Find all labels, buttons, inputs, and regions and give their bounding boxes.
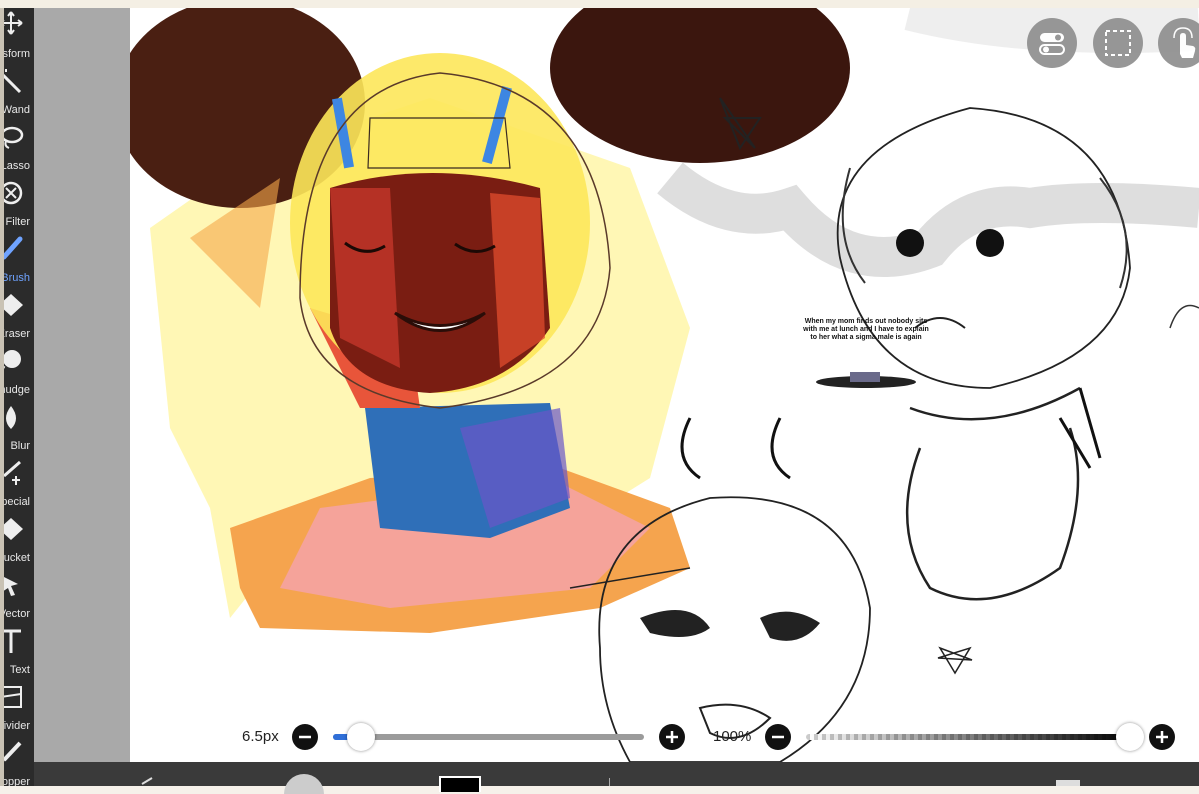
artwork bbox=[130, 8, 1199, 762]
opacity-thumb[interactable] bbox=[1116, 723, 1144, 751]
tool-eyedropper[interactable]: Eyedropper bbox=[4, 738, 34, 786]
layers-icon[interactable] bbox=[1056, 780, 1080, 786]
brush-size-value: 6.5px bbox=[242, 728, 279, 745]
tool-blur[interactable]: Blur bbox=[4, 402, 34, 458]
magic-wand-icon bbox=[4, 69, 22, 94]
selection-icon bbox=[1105, 30, 1131, 56]
brush-icon bbox=[4, 236, 23, 260]
tool-label: Brush bbox=[4, 272, 30, 284]
tool-label: Special bbox=[4, 496, 30, 508]
tool-frame-divider[interactable]: Frame Divider bbox=[4, 682, 34, 738]
brush-size-decrease-button[interactable] bbox=[292, 724, 318, 750]
tool-label: Transform bbox=[4, 48, 30, 60]
tool-label: Text bbox=[9, 664, 30, 676]
tool-lasso[interactable]: Lasso bbox=[4, 122, 34, 178]
undo-icon[interactable] bbox=[140, 776, 160, 786]
tool-label: Magic Wand bbox=[4, 104, 30, 116]
tool-label: Smudge bbox=[4, 384, 30, 396]
brush-size-thumb[interactable] bbox=[346, 723, 375, 751]
brush-opacity-value: 100% bbox=[713, 728, 752, 745]
tool-magic-wand[interactable]: Magic Wand bbox=[4, 66, 34, 122]
tool-label: Vector bbox=[4, 608, 30, 620]
tool-eraser[interactable]: Eraser bbox=[4, 290, 34, 346]
tool-label: Lasso bbox=[4, 160, 30, 172]
tool-label: Frame Divider bbox=[4, 720, 30, 732]
blur-icon bbox=[6, 406, 16, 429]
lasso-icon bbox=[4, 126, 24, 149]
tool-label: Blur bbox=[10, 440, 30, 452]
color-swatch[interactable] bbox=[439, 776, 481, 792]
tool-smudge[interactable]: Smudge bbox=[4, 346, 34, 402]
text-icon bbox=[4, 629, 21, 653]
filter-icon bbox=[4, 181, 23, 205]
brush-size-slider[interactable] bbox=[333, 734, 644, 740]
tool-filter[interactable]: Filter bbox=[4, 178, 34, 234]
bottom-toolbar bbox=[34, 762, 1199, 794]
tool-transform[interactable]: Transform bbox=[4, 8, 34, 64]
tool-label: Bucket bbox=[4, 552, 30, 564]
canvas-gutter bbox=[34, 8, 130, 762]
vector-icon bbox=[4, 577, 18, 596]
pasted-meme-image: When my mom finds out nobody sits with m… bbox=[800, 318, 932, 392]
meme-caption: When my mom finds out nobody sits with m… bbox=[803, 318, 929, 341]
brush-size-increase-button[interactable] bbox=[659, 724, 685, 750]
toggle-panel-button[interactable] bbox=[1027, 18, 1077, 68]
meme-figure bbox=[816, 372, 916, 388]
smudge-icon bbox=[4, 350, 21, 370]
drawing-canvas[interactable]: When my mom finds out nobody sits with m… bbox=[130, 8, 1199, 762]
opacity-decrease-button[interactable] bbox=[765, 724, 791, 750]
plus-icon bbox=[666, 731, 678, 743]
tool-label: Filter bbox=[5, 216, 30, 228]
opacity-slider[interactable] bbox=[806, 734, 1134, 740]
tool-brush[interactable]: Brush bbox=[4, 234, 34, 290]
special-icon bbox=[4, 460, 21, 485]
frame-divider-icon bbox=[4, 686, 22, 708]
eyedropper-icon bbox=[4, 741, 22, 762]
bar-divider bbox=[609, 778, 610, 786]
tool-text[interactable]: Text bbox=[4, 626, 34, 682]
minus-icon bbox=[299, 735, 311, 739]
eraser-icon bbox=[4, 294, 23, 316]
transform-icon bbox=[4, 11, 23, 35]
tool-label: Eraser bbox=[4, 328, 30, 340]
painted-girl bbox=[130, 8, 850, 633]
brush-preview[interactable] bbox=[284, 774, 324, 794]
tool-label: Eyedropper bbox=[4, 776, 30, 786]
plus-icon bbox=[1156, 731, 1168, 743]
toggle-icon bbox=[1039, 33, 1065, 55]
selection-button[interactable] bbox=[1093, 18, 1143, 68]
touch-gesture-icon bbox=[1173, 27, 1196, 58]
opacity-increase-button[interactable] bbox=[1149, 724, 1175, 750]
tool-vector[interactable]: Vector bbox=[4, 570, 34, 626]
touch-gesture-button[interactable] bbox=[1158, 18, 1199, 68]
tool-special[interactable]: Special bbox=[4, 458, 34, 514]
tool-bucket[interactable]: Bucket bbox=[4, 514, 34, 570]
minus-icon bbox=[772, 735, 784, 739]
bucket-icon bbox=[4, 518, 23, 540]
tool-sidebar: Transform Magic Wand Lasso Filter Brush … bbox=[4, 8, 34, 786]
